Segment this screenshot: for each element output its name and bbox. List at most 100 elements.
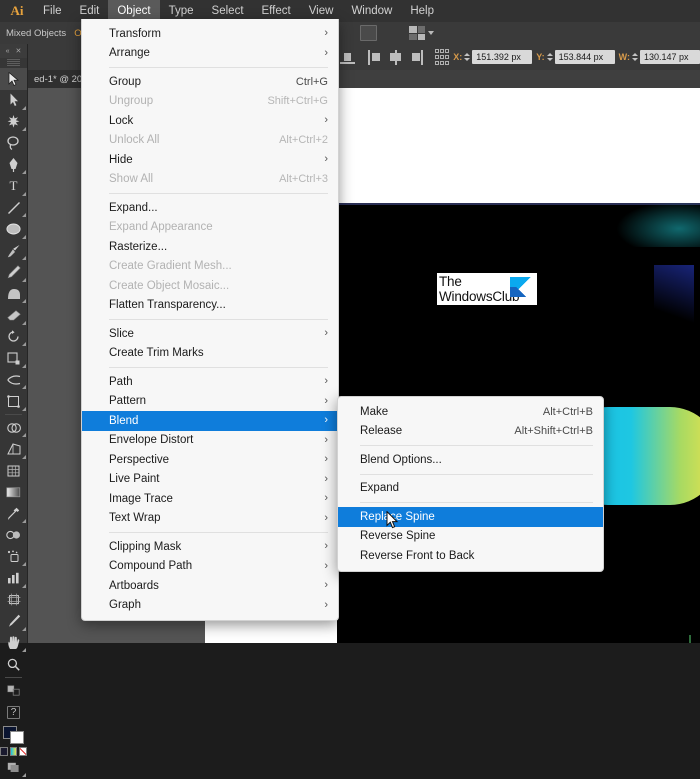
menu-item-label: Image Trace [109, 492, 173, 505]
tool-width[interactable] [0, 369, 27, 391]
x-stepper[interactable] [464, 50, 471, 64]
y-stepper[interactable] [546, 50, 553, 64]
submenu-arrow-icon: › [324, 414, 328, 427]
tool-paintbrush[interactable] [0, 240, 27, 262]
object-menu-item-path[interactable]: Path › [82, 372, 338, 392]
fill-stroke-swatches[interactable] [0, 725, 27, 745]
tool-screen-mode[interactable] [0, 757, 27, 779]
tool-rotate[interactable] [0, 326, 27, 348]
align-bottom-icon[interactable] [339, 49, 356, 66]
blend-submenu-item-expand[interactable]: Expand [338, 479, 603, 499]
object-menu-item-lock[interactable]: Lock › [82, 111, 338, 131]
tool-help[interactable]: ? [0, 702, 27, 724]
tool-gradient[interactable] [0, 482, 27, 504]
tool-free-transform[interactable] [0, 391, 27, 413]
object-menu-item-hide[interactable]: Hide › [82, 150, 338, 170]
tool-mesh[interactable] [0, 460, 27, 482]
blend-submenu-item-release[interactable]: Release Alt+Shift+Ctrl+B [338, 422, 603, 442]
object-menu-item-slice[interactable]: Slice › [82, 324, 338, 344]
tool-slice[interactable] [0, 611, 27, 633]
blend-submenu-item-reverse-spine[interactable]: Reverse Spine [338, 527, 603, 547]
menu-item-shortcut: Shift+Ctrl+G [267, 95, 328, 108]
tool-type[interactable]: T [0, 176, 27, 198]
object-menu-item-artboards[interactable]: Artboards › [82, 576, 338, 596]
y-value[interactable]: 153.844 px [554, 50, 615, 64]
tool-shape-builder[interactable] [0, 417, 27, 439]
none-button[interactable] [19, 746, 28, 756]
width-label: W: [618, 52, 630, 62]
gradient-button[interactable] [9, 746, 18, 756]
align-right-icon[interactable] [408, 49, 425, 66]
blend-submenu[interactable]: Make Alt+Ctrl+B Release Alt+Shift+Ctrl+B Ble… [337, 396, 604, 572]
tool-scale[interactable] [0, 348, 27, 370]
object-menu[interactable]: Transform › Arrange › Group Ctrl+G Ungroup Shif… [81, 19, 339, 621]
blend-submenu-item-replace-spine[interactable]: Replace Spine [338, 507, 603, 527]
object-menu-item-transform[interactable]: Transform › [82, 24, 338, 44]
width-value[interactable]: 130.147 px [639, 50, 700, 64]
menu-item-label: Envelope Distort [109, 434, 194, 447]
tool-column-graph[interactable] [0, 568, 27, 590]
object-menu-item-image-trace[interactable]: Image Trace › [82, 489, 338, 509]
submenu-arrow-icon: › [324, 472, 328, 485]
tool-eyedropper[interactable] [0, 503, 27, 525]
color-mode-buttons[interactable] [0, 745, 28, 757]
object-menu-item-pattern[interactable]: Pattern › [82, 392, 338, 412]
object-menu-item-envelope-distort[interactable]: Envelope Distort › [82, 431, 338, 451]
tool-blend[interactable] [0, 525, 27, 547]
blend-submenu-item-blend-options[interactable]: Blend Options... [338, 450, 603, 470]
tool-shaper[interactable] [0, 283, 27, 305]
tool-pen[interactable] [0, 154, 27, 176]
chevron-down-icon[interactable] [428, 31, 435, 35]
object-menu-item-blend[interactable]: Blend › [82, 411, 338, 431]
menu-window[interactable]: Window [342, 0, 401, 22]
tool-perspective-grid[interactable] [0, 439, 27, 461]
width-stepper[interactable] [631, 50, 638, 64]
menu-item-label: Arrange [109, 47, 150, 60]
object-menu-item-live-paint[interactable]: Live Paint › [82, 470, 338, 490]
tool-pencil[interactable] [0, 262, 27, 284]
object-menu-item-expand[interactable]: Expand... [82, 198, 338, 218]
tool-line-segment[interactable] [0, 197, 27, 219]
object-menu-item-graph[interactable]: Graph › [82, 596, 338, 616]
width-field[interactable]: W: 130.147 px [619, 50, 700, 64]
tool-lasso[interactable] [0, 133, 27, 155]
panel-grip[interactable] [7, 59, 20, 66]
arrange-panel-icon[interactable] [409, 26, 426, 40]
close-icon[interactable]: ✕ [16, 47, 22, 55]
menu-file[interactable]: File [34, 0, 71, 22]
blend-submenu-item-reverse-front-to-back[interactable]: Reverse Front to Back [338, 546, 603, 566]
tool-magic-wand[interactable] [0, 111, 27, 133]
object-menu-item-arrange[interactable]: Arrange › [82, 44, 338, 64]
x-value[interactable]: 151.392 px [472, 50, 533, 64]
tool-selection[interactable] [0, 68, 27, 90]
reference-point-icon[interactable] [434, 49, 450, 65]
stroke-swatch[interactable] [10, 731, 24, 744]
tool-edit-toolbar[interactable] [0, 680, 27, 702]
object-menu-item-create-trim-marks[interactable]: Create Trim Marks [82, 344, 338, 364]
collapse-icon[interactable]: « [6, 48, 10, 55]
tool-artboard[interactable] [0, 589, 27, 611]
color-button[interactable] [0, 746, 8, 756]
align-left-icon[interactable] [366, 49, 383, 66]
menu-help[interactable]: Help [401, 0, 443, 22]
object-menu-item-compound-path[interactable]: Compound Path › [82, 557, 338, 577]
align-horizontal-center-icon[interactable] [387, 49, 404, 66]
submenu-arrow-icon: › [324, 598, 328, 611]
tool-symbol-sprayer[interactable] [0, 546, 27, 568]
x-position-field[interactable]: X: 151.392 px [453, 50, 533, 64]
object-menu-item-clipping-mask[interactable]: Clipping Mask › [82, 537, 338, 557]
document-setup-icon[interactable] [360, 25, 378, 41]
tool-direct-selection[interactable] [0, 90, 27, 112]
object-menu-item-perspective[interactable]: Perspective › [82, 450, 338, 470]
y-position-field[interactable]: Y: 153.844 px [536, 50, 615, 64]
tool-zoom[interactable] [0, 654, 27, 676]
tools-panel-header[interactable]: « ✕ [0, 44, 27, 58]
object-menu-item-group[interactable]: Group Ctrl+G [82, 72, 338, 92]
object-menu-item-flatten-transparency[interactable]: Flatten Transparency... [82, 296, 338, 316]
object-menu-item-text-wrap[interactable]: Text Wrap › [82, 509, 338, 529]
object-menu-item-rasterize[interactable]: Rasterize... [82, 237, 338, 257]
blend-submenu-item-make[interactable]: Make Alt+Ctrl+B [338, 402, 603, 422]
tool-ellipse[interactable] [0, 219, 27, 241]
tool-eraser[interactable] [0, 305, 27, 327]
menu-separator [109, 67, 328, 68]
